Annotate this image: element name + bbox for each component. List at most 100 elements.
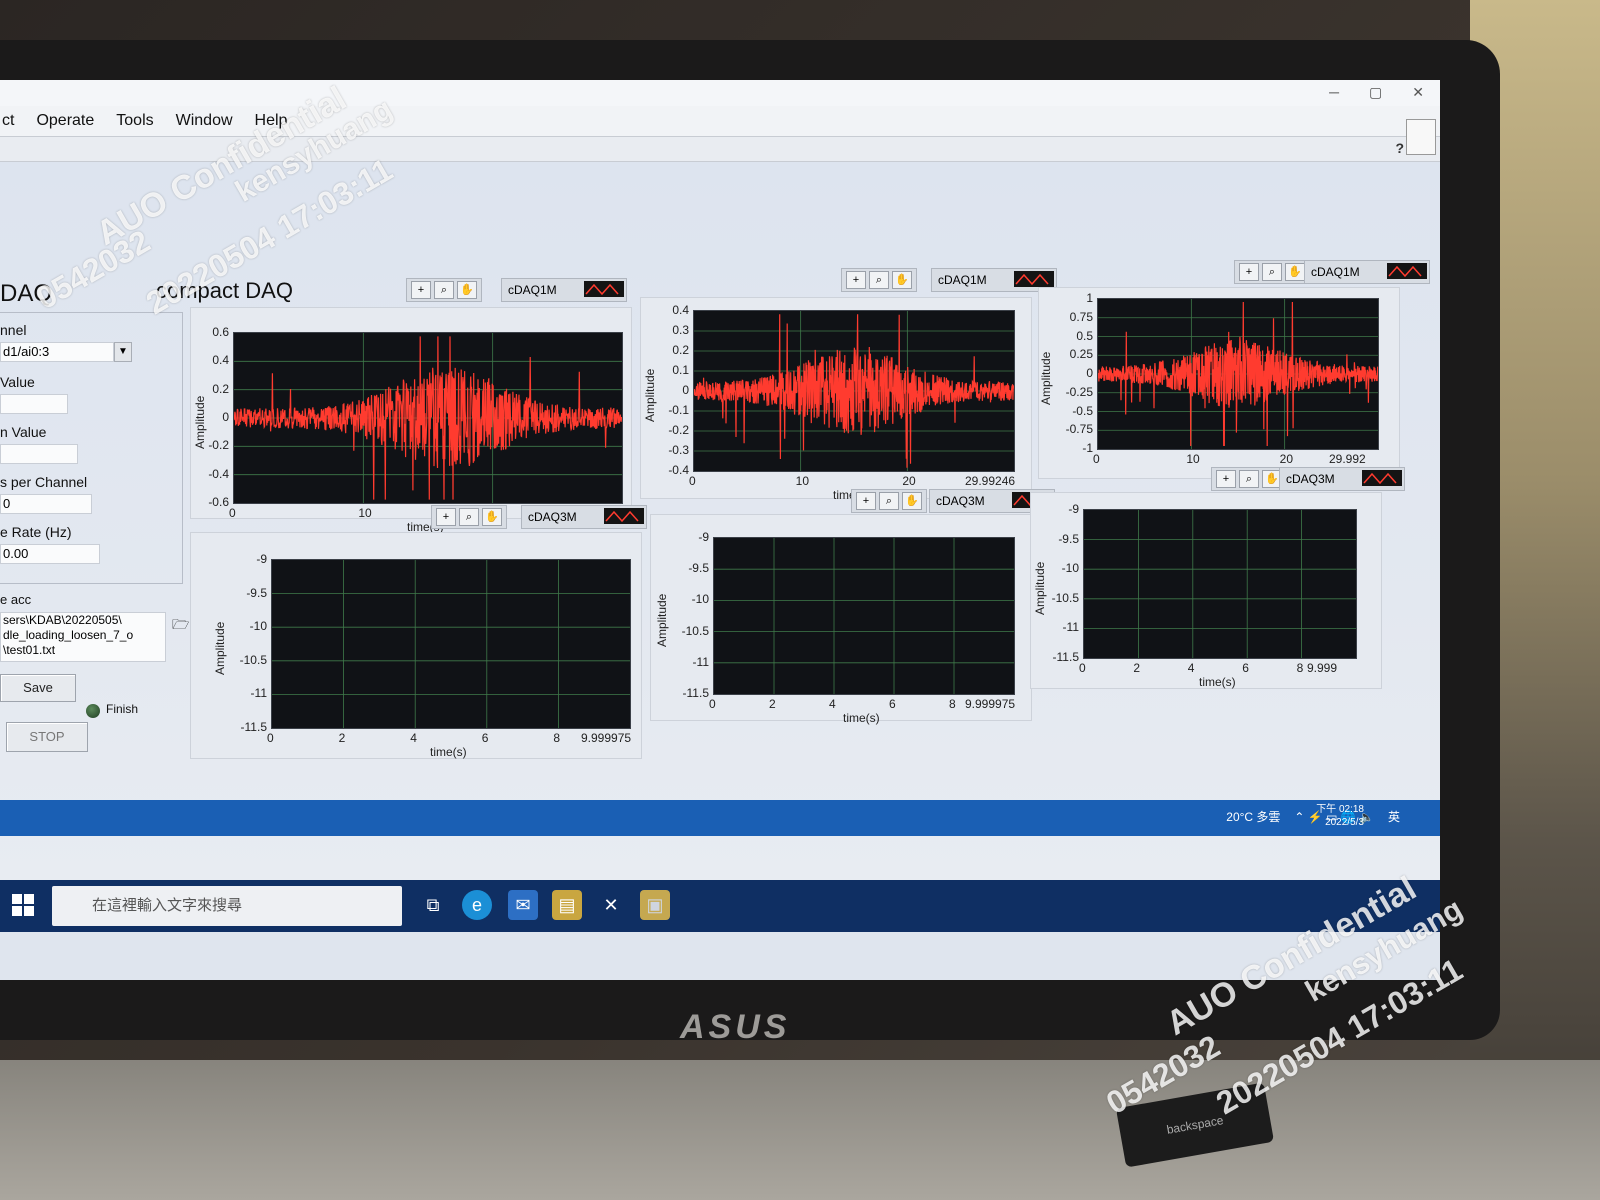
plot-area[interactable] [233, 332, 623, 504]
graph-palette[interactable]: + ⌕ ✋ [841, 268, 917, 292]
y-tick-label: -10 [249, 619, 267, 634]
minimize-button[interactable]: ─ [1329, 84, 1339, 101]
zoom-icon[interactable]: ⌕ [1262, 263, 1282, 281]
plot-legend[interactable]: cDAQ3M [1279, 467, 1405, 491]
plot-area[interactable] [713, 537, 1015, 695]
file-explorer-icon[interactable]: ▤ [552, 890, 582, 920]
signal-trace [1098, 301, 1378, 447]
legend-label: cDAQ3M [528, 510, 577, 524]
menu-operate[interactable]: Operate [36, 112, 94, 130]
x-tick-label: 6 [889, 697, 896, 711]
plot-area[interactable] [1097, 298, 1379, 450]
x-tick-label: 29.99246 [965, 474, 1016, 488]
y-axis-label: Amplitude [193, 395, 207, 449]
x-tick-label: 0 [709, 697, 716, 711]
plot-legend[interactable]: cDAQ3M [521, 505, 647, 529]
waveform-graph: + ⌕ ✋ cDAQ1M 0.4 0.3 0.2 0.1 0 -0.1 -0.2 -0.3 -0.4 0 1… [640, 268, 1057, 502]
plot-legend[interactable]: cDAQ1M [1304, 260, 1430, 284]
graph-palette[interactable]: + ⌕ ✋ [431, 505, 507, 529]
edge-icon[interactable]: e [462, 890, 492, 920]
task-view-icon[interactable]: ⧉ [418, 890, 448, 920]
x-tick-label: 0 [1093, 452, 1100, 466]
rate-label: e Rate (Hz) [0, 524, 72, 540]
file-path-field[interactable]: sers\KDAB\20220505\ dle_loading_loosen_7… [0, 612, 166, 662]
ime-indicator[interactable]: 英 [1388, 808, 1400, 825]
signal-trace [694, 314, 1014, 468]
crosshair-icon[interactable]: + [856, 492, 876, 510]
y-tick-label: 0.5 [1076, 328, 1093, 343]
plot-area[interactable] [1083, 509, 1357, 659]
menu-project[interactable]: ct [2, 112, 14, 130]
graph-palette[interactable]: + ⌕ ✋ [851, 489, 927, 513]
x-tick-label: 9.999975 [965, 697, 1016, 711]
x-axis-label: time(s) [1199, 675, 1236, 689]
labview-icon[interactable]: ✕ [596, 890, 626, 920]
y-tick-label: -11.5 [1052, 650, 1079, 664]
y-tick-label: -11.5 [240, 720, 267, 734]
waveform-graph: +⌕✋cDAQ1M0.60.40.20-0.2-0.4-0.60102029.9… [190, 278, 632, 534]
waveform-graph: + ⌕ ✋ cDAQ3M -9 -9.5 -10 -10.5 -11 -11.5 0 2 4 6 8 9.99… [1030, 467, 1405, 689]
x-tick-label: 20 [1279, 452, 1294, 466]
vi-icon [1406, 119, 1436, 155]
laptop-screen: ─ ▢ ✕ ct Operate Tools Window Help ? DAQ… [0, 80, 1440, 980]
rate-field[interactable]: 0.00 [0, 544, 100, 564]
pan-hand-icon[interactable]: ✋ [482, 508, 502, 526]
save-button[interactable]: Save [0, 674, 76, 702]
legend-label: cDAQ1M [938, 273, 987, 287]
zoom-icon[interactable]: ⌕ [869, 271, 889, 289]
max-value-label: n Value [0, 424, 47, 440]
graph-palette[interactable]: + ⌕ ✋ [1211, 467, 1287, 491]
channel-select[interactable]: d1/ai0:3 [0, 342, 114, 362]
pan-hand-icon[interactable]: ✋ [1285, 263, 1305, 281]
samples-field[interactable]: 0 [0, 494, 92, 514]
plot-area[interactable] [693, 310, 1015, 472]
menu-window[interactable]: Window [176, 112, 233, 130]
waveform-graph: + ⌕ ✋ cDAQ1M 1 0.75 0.5 0.25 0 -0.25 -0.5 -0.75 -1 0 1… [1038, 260, 1430, 480]
clock-time: 下午 02:18 [1316, 804, 1364, 815]
crosshair-icon[interactable]: + [846, 271, 866, 289]
weather-text[interactable]: 20°C 多雲 [1226, 808, 1280, 825]
zoom-icon[interactable]: ⌕ [879, 492, 899, 510]
crosshair-icon[interactable]: + [436, 508, 456, 526]
y-tick-label: -11 [692, 654, 709, 669]
max-value-field[interactable] [0, 444, 78, 464]
y-tick-label: -0.5 [1072, 403, 1093, 418]
keyboard [0, 1060, 1600, 1200]
y-tick-label: -11 [250, 686, 267, 701]
y-tick-label: -10 [691, 592, 709, 607]
legend-label: cDAQ1M [508, 283, 557, 297]
chevron-down-icon[interactable]: ▼ [114, 342, 132, 362]
folder-icon[interactable]: 🗁 [172, 614, 189, 638]
file-path-line: \test01.txt [3, 643, 56, 657]
zoom-icon[interactable]: ⌕ [434, 281, 454, 299]
y-tick-label: -9 [256, 552, 267, 566]
file-path-line: dle_loading_loosen_7_o [3, 628, 134, 642]
pan-hand-icon[interactable]: ✋ [902, 492, 922, 510]
plot-legend[interactable]: cDAQ1M [501, 278, 627, 302]
x-tick-label: 0 [1079, 661, 1086, 675]
windows-start-icon[interactable] [12, 894, 34, 916]
crosshair-icon[interactable]: + [411, 281, 431, 299]
open-app-icon[interactable]: ▣ [640, 890, 670, 920]
zoom-icon[interactable]: ⌕ [1239, 470, 1259, 488]
clock[interactable]: 下午 02:18 2022/5/3 [1316, 803, 1364, 829]
legend-label: cDAQ3M [936, 494, 985, 508]
min-value-field[interactable] [0, 394, 68, 414]
mail-icon[interactable]: ✉ [508, 890, 538, 920]
search-input[interactable]: 在這裡輸入文字來搜尋 [52, 886, 402, 926]
y-tick-label: 0.2 [672, 343, 689, 357]
plot-area[interactable] [271, 559, 631, 729]
finish-led [86, 704, 100, 718]
pan-hand-icon[interactable]: ✋ [457, 281, 477, 299]
graph-palette[interactable]: + ⌕ ✋ [406, 278, 482, 302]
maximize-button[interactable]: ▢ [1369, 84, 1382, 101]
crosshair-icon[interactable]: + [1216, 470, 1236, 488]
graph-palette[interactable]: + ⌕ ✋ [1234, 260, 1310, 284]
menu-tools[interactable]: Tools [116, 112, 153, 130]
stop-button[interactable]: STOP [6, 722, 88, 752]
zoom-icon[interactable]: ⌕ [459, 508, 479, 526]
close-button[interactable]: ✕ [1412, 84, 1424, 101]
pan-hand-icon[interactable]: ✋ [892, 271, 912, 289]
help-button[interactable]: ? [1395, 140, 1404, 156]
crosshair-icon[interactable]: + [1239, 263, 1259, 281]
